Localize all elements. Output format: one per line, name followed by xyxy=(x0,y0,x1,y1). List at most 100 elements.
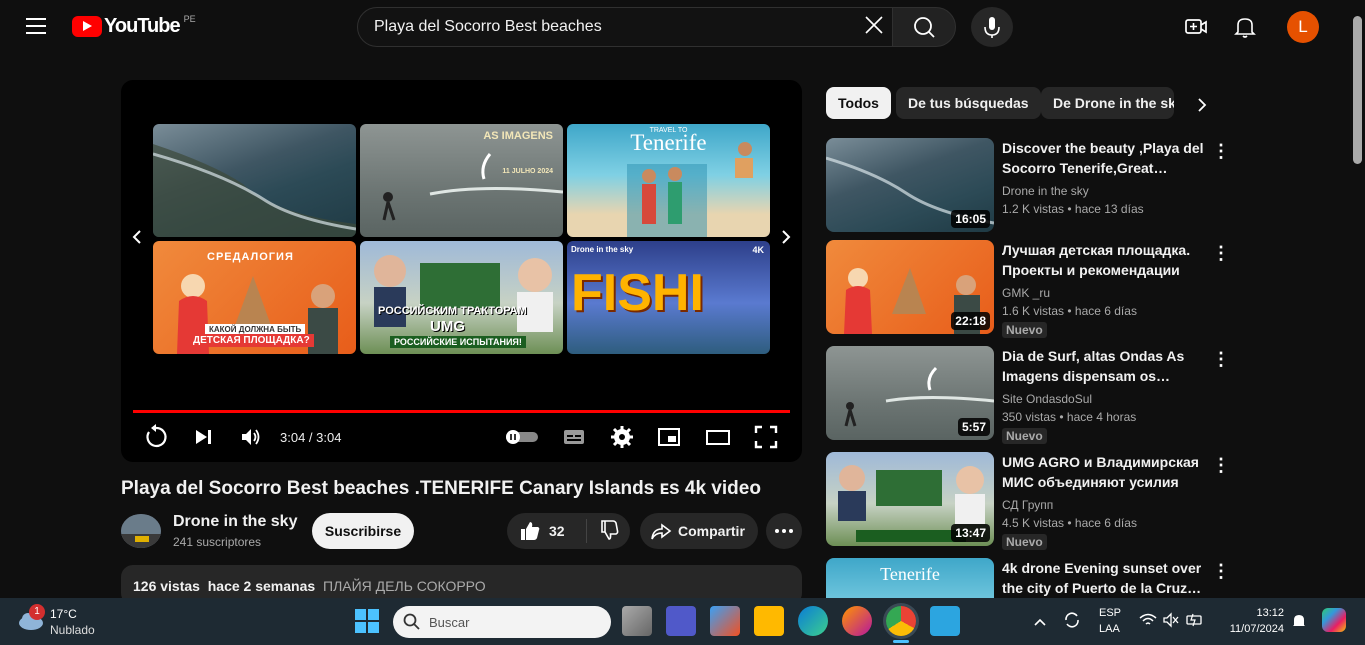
share-label: Compartir xyxy=(678,523,745,539)
chip-from-searches[interactable]: De tus búsquedas xyxy=(896,87,1041,119)
chip-from-channel[interactable]: De Drone in the sky xyxy=(1041,87,1174,119)
endscreen-video-tenerife[interactable]: TRAVEL TO Tenerife xyxy=(567,124,770,237)
create-video-icon[interactable] xyxy=(1182,14,1210,45)
recommended-video[interactable]: 16:05 Discover the beauty ,Playa del Soc… xyxy=(826,138,1230,234)
teams-icon[interactable] xyxy=(666,606,696,636)
dislike-button[interactable] xyxy=(587,519,621,544)
wifi-icon[interactable] xyxy=(1139,612,1157,633)
progress-bar[interactable] xyxy=(133,410,790,413)
menu-icon[interactable] xyxy=(26,18,46,34)
endscreen-prev-arrow-icon[interactable] xyxy=(131,227,143,253)
video-thumbnail[interactable]: 13:47 xyxy=(826,452,994,546)
firefox-icon[interactable] xyxy=(842,606,872,636)
like-count: 32 xyxy=(549,523,565,539)
endscreen-next-arrow-icon[interactable] xyxy=(780,227,792,253)
notepad-icon[interactable] xyxy=(930,606,960,636)
share-button[interactable]: Compartir xyxy=(640,513,758,549)
more-vertical-icon[interactable]: ⋮ xyxy=(1212,142,1230,160)
fullscreen-icon[interactable] xyxy=(753,424,779,455)
weather-temp[interactable]: 17°C xyxy=(50,607,77,621)
channel-name[interactable]: Drone in the sky xyxy=(1002,184,1089,198)
microsoft-store-icon[interactable] xyxy=(710,606,740,636)
endscreen-video-fishing[interactable]: Drone in the sky 4K FISHI xyxy=(567,241,770,354)
subscribe-button[interactable]: Suscribirse xyxy=(312,513,414,549)
replay-icon[interactable] xyxy=(143,424,169,455)
channel-name[interactable]: GMK _ru xyxy=(1002,286,1050,300)
more-vertical-icon[interactable]: ⋮ xyxy=(1212,244,1230,262)
language-code[interactable]: ESP xyxy=(1099,607,1121,619)
search-icon xyxy=(914,17,935,38)
search-input[interactable] xyxy=(374,18,854,36)
recommended-video[interactable]: Tenerife 4k drone Evening sunset over th… xyxy=(826,558,1226,598)
video-title[interactable]: UMG AGRO и Владимирская МИС объединяют у… xyxy=(1002,452,1207,492)
youtube-logo[interactable]: YouTube PE xyxy=(72,14,196,38)
autoplay-toggle[interactable] xyxy=(504,424,540,455)
search-icon xyxy=(403,613,420,630)
recommended-video[interactable]: 5:57 Dia de Surf, altas Ondas As Imagens… xyxy=(826,346,1230,444)
video-thumbnail[interactable]: 5:57 xyxy=(826,346,994,440)
video-thumbnail[interactable]: 16:05 xyxy=(826,138,994,232)
recommended-video[interactable]: 13:47 UMG AGRO и Владимирская МИС объеди… xyxy=(826,452,1230,550)
subscriber-count: 241 suscriptores xyxy=(173,535,262,549)
sync-icon[interactable] xyxy=(1062,610,1082,635)
channel-avatar[interactable] xyxy=(121,514,161,548)
scrollbar-thumb[interactable] xyxy=(1353,16,1362,164)
logo-text: YouTube xyxy=(104,15,181,37)
hashtag[interactable]: ПЛАЙЯ ДЕЛЬ СОКОРРО xyxy=(323,578,486,594)
settings-gear-icon[interactable] xyxy=(609,424,635,455)
more-vertical-icon[interactable]: ⋮ xyxy=(1212,562,1226,580)
video-meta: 1.6 K vistas • hace 6 días xyxy=(1002,304,1137,318)
video-title[interactable]: 4k drone Evening sunset over the city of… xyxy=(1002,558,1207,598)
recommended-video[interactable]: 22:18 Лучшая детская площадка. Проекты и… xyxy=(826,240,1230,338)
edge-browser-icon[interactable] xyxy=(798,606,828,636)
windows-start-icon[interactable] xyxy=(354,608,380,639)
like-button[interactable]: 32 xyxy=(507,513,586,549)
video-duration: 16:05 xyxy=(951,210,990,228)
video-title[interactable]: Dia de Surf, altas Ondas As Imagens disp… xyxy=(1002,346,1207,386)
new-badge: Nuevo xyxy=(1002,322,1047,338)
endscreen-video-tractor[interactable]: РОССИЙСКИМ ТРАКТОРАМ UMG РОССИЙСКИЕ ИСПЫ… xyxy=(360,241,563,354)
channel-name[interactable]: Site OndasdoSul xyxy=(1002,392,1092,406)
chrome-icon[interactable] xyxy=(886,606,916,636)
video-player[interactable]: AS IMAGENS 11 JULHO 2024 TRAVEL TO Tener… xyxy=(121,80,802,462)
endscreen-video-surf[interactable]: AS IMAGENS 11 JULHO 2024 xyxy=(360,124,563,237)
page-scrollbar[interactable] xyxy=(1350,0,1365,598)
video-title[interactable]: Лучшая детская площадка. Проекты и реком… xyxy=(1002,240,1207,280)
clock-time[interactable]: 13:12 xyxy=(1218,607,1284,619)
more-actions-button[interactable] xyxy=(766,513,802,549)
keyboard-layout[interactable]: LAA xyxy=(1099,623,1120,635)
tile-caption: ДЕТСКАЯ ПЛОЩАДКА? xyxy=(189,334,314,347)
user-avatar[interactable]: L xyxy=(1287,11,1319,43)
battery-icon[interactable] xyxy=(1185,612,1205,633)
video-thumbnail[interactable]: 22:18 xyxy=(826,240,994,334)
theater-mode-icon[interactable] xyxy=(705,424,731,455)
more-vertical-icon[interactable]: ⋮ xyxy=(1212,456,1230,474)
show-hidden-icons-chevron-icon[interactable] xyxy=(1033,614,1047,632)
endscreen-video-playground[interactable]: СРЕДАЛОГИЯ КАКОЙ ДОЛЖНА БЫТЬ ДЕТСКАЯ ПЛО… xyxy=(153,241,356,354)
taskbar-search-box[interactable]: Buscar xyxy=(393,606,611,638)
endscreen-video-aerial-coast[interactable] xyxy=(153,124,356,237)
volume-icon[interactable] xyxy=(238,424,264,455)
chips-next-arrow-icon[interactable] xyxy=(1196,95,1208,120)
next-video-icon[interactable] xyxy=(191,424,217,455)
clock-date[interactable]: 11/07/2024 xyxy=(1218,623,1284,635)
video-title[interactable]: Discover the beauty ,Playa del Socorro T… xyxy=(1002,138,1207,178)
channel-name[interactable]: Drone in the sky xyxy=(173,513,297,531)
video-thumbnail[interactable]: Tenerife xyxy=(826,558,994,598)
more-vertical-icon[interactable]: ⋮ xyxy=(1212,350,1230,368)
channel-name[interactable]: СД Групп xyxy=(1002,498,1053,512)
clear-search-icon[interactable] xyxy=(860,14,888,42)
copilot-icon[interactable] xyxy=(1322,608,1346,632)
search-box xyxy=(357,7,893,47)
notification-bell-icon[interactable] xyxy=(1291,612,1307,635)
subtitles-icon[interactable] xyxy=(561,424,587,455)
notifications-bell-icon[interactable] xyxy=(1233,14,1257,45)
chip-todos[interactable]: Todos xyxy=(826,87,891,119)
search-button[interactable] xyxy=(892,7,956,47)
file-explorer-icon[interactable] xyxy=(754,606,784,636)
weather-desc[interactable]: Nublado xyxy=(50,623,95,637)
volume-muted-icon[interactable] xyxy=(1162,612,1180,633)
voice-search-button[interactable] xyxy=(971,7,1013,47)
task-view-icon[interactable] xyxy=(622,606,652,636)
miniplayer-icon[interactable] xyxy=(656,424,682,455)
